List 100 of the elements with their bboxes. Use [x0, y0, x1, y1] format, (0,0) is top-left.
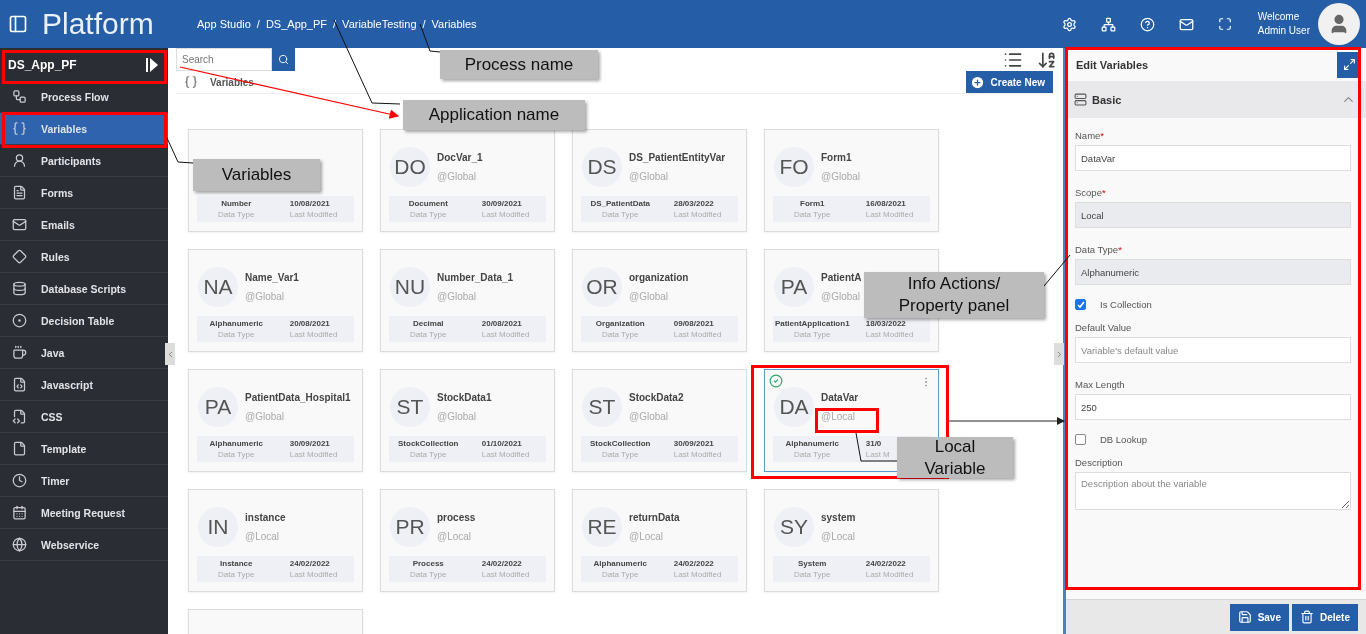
sidebar-item[interactable]: Forms	[0, 177, 168, 209]
variable-card[interactable]: NA Name_Var1 @Global Alphanumeric Data Type 20/08/2021 Last Modified	[188, 249, 363, 352]
data-type-value: Document	[408, 199, 448, 208]
initials-avatar: DO	[390, 147, 430, 187]
sidebar-item[interactable]: Participants	[0, 145, 168, 177]
person-icon	[12, 153, 27, 168]
breadcrumb-link[interactable]: VariableTesting	[342, 18, 417, 30]
variable-card[interactable]: ST StockData1 @Global StockCollection Data Type 01/10/2021 Last Modified	[380, 369, 555, 472]
annotation-tooltip: Info Actions/ Property panel	[864, 272, 1044, 318]
data-type-label: Data Type	[410, 330, 447, 339]
user-avatar[interactable]	[1318, 3, 1360, 45]
variable-scope: @Global	[245, 291, 286, 302]
initials-avatar: NU	[390, 267, 430, 307]
settings-icon[interactable]	[1061, 16, 1077, 32]
modified-label: Last Modified	[865, 330, 915, 339]
help-icon[interactable]	[1139, 16, 1155, 32]
breadcrumb-link[interactable]: App Studio	[197, 18, 251, 30]
calendar-icon	[12, 505, 27, 520]
variable-card[interactable]: DO DocVar_1 @Global Document Data Type 30/09/2021 Last Modified	[380, 129, 555, 232]
variable-name: organization	[629, 272, 689, 283]
sidebar-item[interactable]: Javascript	[0, 369, 168, 401]
delete-button[interactable]: Delete	[1292, 603, 1358, 631]
braces-icon	[12, 121, 27, 136]
sidebar-item[interactable]: Template	[0, 433, 168, 465]
database-icon	[12, 281, 27, 296]
modified-label: Last Modified	[481, 210, 531, 219]
collapse-handle[interactable]	[1054, 343, 1064, 365]
text-field[interactable]: 250	[1075, 394, 1351, 420]
expand-icon	[1342, 58, 1356, 71]
sidebar-item[interactable]: Meeting Request	[0, 497, 168, 529]
modified-label: Last Modified	[481, 330, 531, 339]
sidebar-item[interactable]: Process Flow	[0, 81, 168, 113]
sidebar-item[interactable]: Decision Table	[0, 305, 168, 337]
sidebar-item[interactable]: Emails	[0, 209, 168, 241]
variable-scope: @Local	[629, 531, 665, 542]
text-field[interactable]: Variable's default value	[1075, 337, 1351, 363]
circle-icon	[12, 313, 27, 328]
variable-scope: @Global	[821, 171, 861, 182]
initials-avatar: PR	[390, 507, 430, 547]
text-field[interactable]: DataVar	[1075, 145, 1351, 171]
annotation-tooltip: Process name	[440, 50, 598, 79]
data-type-label: Data Type	[410, 450, 447, 459]
file-icon	[12, 441, 27, 456]
section-header[interactable]: Basic	[1066, 81, 1366, 118]
fullscreen-icon[interactable]	[1217, 17, 1232, 31]
variable-card[interactable]: PA PatientData_Hospital1 @Global Alphanumeric Data Type 30/09/2021 Last Modified	[188, 369, 363, 472]
variable-card[interactable]: OR organization @Global Organization Data Type 09/08/2021 Last Modified	[572, 249, 747, 352]
create-new-button[interactable]: Create New	[965, 71, 1053, 93]
save-button[interactable]: Save	[1229, 603, 1289, 631]
sidebar-item[interactable]: CSS	[0, 401, 168, 433]
initials-avatar: RE	[582, 507, 622, 547]
variable-name: Form1	[821, 152, 853, 163]
menu-icon[interactable]	[8, 14, 28, 34]
initials-avatar: ST	[390, 387, 430, 427]
sidebar-item[interactable]: Database Scripts	[0, 273, 168, 305]
variable-name: PatientData_Hospital1	[245, 392, 351, 403]
expand-button[interactable]	[1337, 51, 1361, 78]
variable-card[interactable]: DS DS_PatientEntityVar @Global DS_PatientData Data Type 28/03/2022 Last Modified	[572, 129, 747, 232]
variable-card[interactable]: FO Form1 @Global Form1 Data Type 16/08/2021 Last Modified	[764, 129, 939, 232]
checkbox[interactable]	[1075, 299, 1086, 310]
plus-icon	[969, 74, 985, 90]
variable-card[interactable]: SY system @Local System Data Type 24/02/2022 Last Modified	[764, 489, 939, 592]
variable-scope: @Global	[437, 291, 478, 302]
sidebar-item[interactable]: Webservice	[0, 529, 168, 561]
sidebar-item[interactable]: Timer	[0, 465, 168, 497]
description-field[interactable]: Description about the variable	[1075, 472, 1351, 510]
modified-date: 16/08/2021	[865, 199, 907, 208]
variable-card[interactable]: PR process @Local Process Data Type 24/02/2022 Last Modified	[380, 489, 555, 592]
network-icon[interactable]	[1100, 16, 1116, 32]
initials-avatar: SY	[774, 507, 814, 547]
breadcrumb-link[interactable]: Variables	[431, 18, 477, 30]
variable-card[interactable]: RE returnData @Local Alphanumeric Data Type 24/02/2022 Last Modified	[572, 489, 747, 592]
search-button[interactable]	[272, 48, 295, 71]
variable-scope: @Local	[245, 531, 281, 542]
collapse-handle[interactable]	[165, 343, 175, 365]
variable-card[interactable]: ST StockData2 @Global StockCollection Data Type 30/09/2021 Last Modified	[572, 369, 747, 472]
data-type-value: Instance	[220, 559, 253, 568]
sidebar-item[interactable]: Rules	[0, 241, 168, 273]
server-icon	[1074, 93, 1087, 106]
search-field[interactable]: Search	[176, 48, 272, 71]
data-type-label: Data Type	[602, 330, 639, 339]
modified-date: 31/0	[865, 439, 883, 448]
mail-icon[interactable]	[1178, 16, 1194, 32]
modified-label: Last Modified	[289, 570, 339, 579]
variable-name: StockData1	[437, 392, 492, 403]
envelope-icon	[12, 217, 27, 232]
data-type-value: Process	[412, 559, 444, 568]
annotation-tooltip: Application name	[403, 100, 585, 130]
braces-icon	[184, 75, 198, 89]
data-type-label: Data Type	[794, 450, 831, 459]
collapse-icon[interactable]	[146, 57, 158, 72]
variable-card[interactable]: NU Number_Data_1 @Global Decimal Data Type 20/08/2021 Last Modified	[380, 249, 555, 352]
breadcrumb-link[interactable]: DS_App_PF	[265, 18, 328, 30]
modified-date: 10/08/2021	[289, 199, 331, 208]
checkbox[interactable]	[1075, 434, 1086, 445]
globe-icon	[12, 537, 27, 552]
field-label: Max Length	[1075, 379, 1126, 390]
variable-name: PatientA	[821, 272, 862, 283]
variable-card[interactable]: IN instance @Local Instance Data Type 24/02/2022 Last Modified	[188, 489, 363, 592]
variable-scope: @Local	[821, 531, 856, 542]
